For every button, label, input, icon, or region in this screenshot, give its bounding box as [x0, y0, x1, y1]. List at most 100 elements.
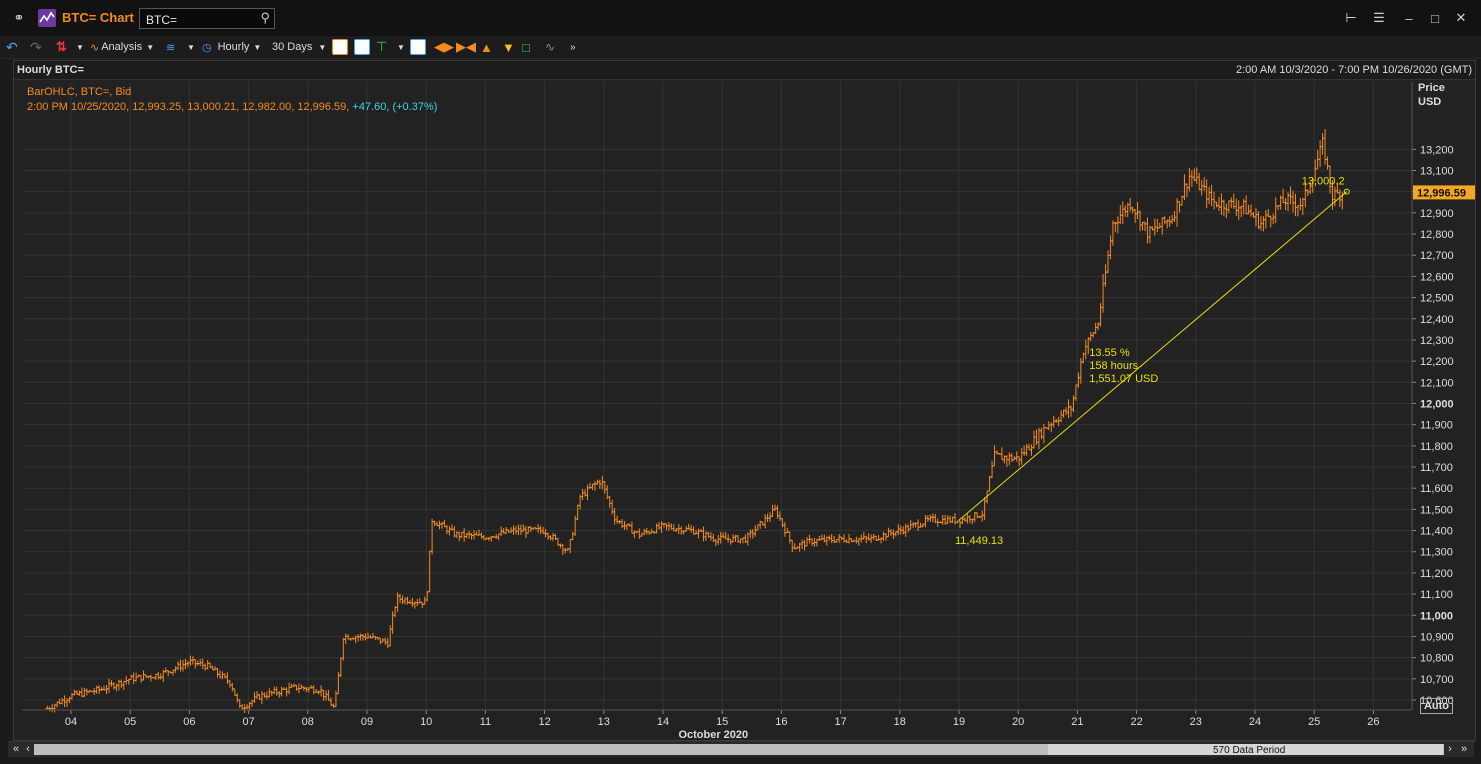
y-tick-label: 12,900	[1420, 208, 1454, 220]
trend-start-label: 11,449.13	[955, 535, 1003, 547]
draw-icon[interactable]: ∿	[545, 39, 555, 55]
plot-background	[22, 82, 1412, 710]
auto-scale-button[interactable]: Auto	[1420, 698, 1453, 714]
hierarchy-icon[interactable]: ⊢	[1340, 8, 1362, 28]
more-icon[interactable]: »	[570, 39, 576, 55]
clock-icon: ◷	[202, 41, 212, 54]
chart-grid	[22, 82, 1412, 710]
currency-label: USD	[1418, 96, 1442, 108]
interval-dropdown[interactable]: ◷ Hourly ▼	[202, 39, 261, 55]
analysis-icon: ∿	[90, 41, 100, 54]
chevron-down-icon: ▼	[318, 42, 327, 52]
time-scrollbar[interactable]: « ‹ 570 Data Period › »	[8, 741, 1474, 757]
expand-vertical-icon[interactable]: ▲	[480, 39, 493, 55]
scroll-end-icon[interactable]: »	[1458, 742, 1470, 757]
y-tick-label: 12,000	[1420, 398, 1454, 410]
y-tick-label: 12,100	[1420, 377, 1454, 389]
x-tick-label: 22	[1130, 716, 1142, 728]
x-tick-label: 15	[716, 716, 728, 728]
y-tick-label: 12,600	[1420, 271, 1454, 283]
scroll-start-icon[interactable]: «	[10, 742, 22, 757]
y-tick-label: 11,600	[1420, 483, 1453, 495]
data-period-label: 570 Data Period	[1213, 745, 1286, 756]
select-icon[interactable]: □	[522, 39, 530, 55]
x-axis-title: October 2020	[678, 729, 748, 740]
symbol-search[interactable]: ⚲	[139, 8, 275, 29]
compare-icon[interactable]	[354, 39, 370, 55]
trend-percent-label: 13.55 %	[1089, 347, 1130, 359]
scroll-left-icon[interactable]: ◀▶	[434, 39, 454, 55]
window-title: BTC= Chart	[62, 10, 134, 25]
chart-type-icon[interactable]: ⇅	[56, 39, 67, 55]
link-icon[interactable]: ⚭	[8, 8, 30, 28]
y-tick-label: 13,200	[1420, 144, 1454, 156]
x-tick-label: 20	[1012, 716, 1024, 728]
chart-line-icon	[39, 11, 55, 23]
x-tick-label: 18	[894, 716, 906, 728]
x-tick-label: 17	[834, 716, 846, 728]
y-tick-label: 10,800	[1420, 653, 1454, 665]
chart-toolbar: ↶ ↷ ⇅ ▼ ∿ Analysis ▼ ≋ ▼ ◷ Hourly ▼ 30 D…	[0, 36, 1481, 59]
range-dropdown[interactable]: 30 Days ▼	[272, 39, 326, 55]
title-bar: ⚭ BTC= Chart ⚲ ⊢ ☰ – □ ✕	[0, 0, 1481, 37]
y-tick-label: 12,700	[1420, 250, 1454, 262]
analysis-button[interactable]: ∿ Analysis ▼	[90, 39, 154, 55]
x-tick-label: 04	[65, 716, 77, 728]
compress-vertical-icon[interactable]: ▼	[502, 39, 515, 55]
x-tick-label: 09	[361, 716, 373, 728]
price-chart[interactable]: 11,449.13 13,000.2 13.55 %158 hours1,551.0…	[14, 80, 1475, 740]
zoom-box-icon[interactable]	[410, 39, 426, 55]
line-style-icon[interactable]	[332, 39, 348, 55]
y-tick-label: 11,500	[1420, 504, 1453, 516]
chart-header: Hourly BTC= 2:00 AM 10/3/2020 - 7:00 PM …	[14, 61, 1475, 80]
legend-values: 2:00 PM 10/25/2020, 12,993.25, 13,000.21…	[27, 101, 437, 113]
y-tick-label: 11,300	[1420, 547, 1453, 559]
y-tick-label: 12,200	[1420, 356, 1454, 368]
range-label: 30 Days	[272, 41, 313, 53]
y-tick-label: 10,700	[1420, 674, 1454, 686]
menu-icon[interactable]: ☰	[1368, 8, 1390, 28]
search-icon[interactable]: ⚲	[260, 10, 270, 26]
y-tick-label: 11,000	[1420, 610, 1453, 622]
y-tick-label: 12,500	[1420, 293, 1454, 305]
x-tick-label: 26	[1367, 716, 1379, 728]
indicator-dropdown-icon[interactable]: ▼	[187, 39, 195, 55]
last-price-label: 12,996.59	[1417, 187, 1466, 199]
crosshair-dropdown-icon[interactable]: ▼	[397, 39, 405, 55]
x-tick-label: 11	[480, 716, 491, 728]
x-tick-label: 12	[538, 716, 550, 728]
x-tick-label: 24	[1249, 716, 1261, 728]
x-tick-label: 14	[657, 716, 669, 728]
maximize-icon[interactable]: □	[1424, 8, 1446, 28]
indicator-icon[interactable]: ≋	[166, 39, 175, 55]
x-tick-label: 25	[1308, 716, 1320, 728]
x-tick-label: 23	[1190, 716, 1202, 728]
y-tick-label: 11,700	[1420, 462, 1453, 474]
x-tick-label: 16	[775, 716, 787, 728]
crosshair-icon[interactable]: ⊤	[376, 39, 387, 55]
y-tick-label: 11,200	[1420, 568, 1453, 580]
scroll-right-icon[interactable]: ▶◀	[456, 39, 476, 55]
scroll-left-icon[interactable]: ‹	[22, 742, 34, 757]
interval-label: Hourly	[217, 41, 250, 53]
y-tick-label: 11,400	[1420, 526, 1453, 538]
close-icon[interactable]: ✕	[1450, 8, 1472, 28]
legend-ohlc-values: 2:00 PM 10/25/2020, 12,993.25, 13,000.21…	[27, 101, 350, 113]
chart-panel: Hourly BTC= 2:00 AM 10/3/2020 - 7:00 PM …	[13, 60, 1476, 741]
scroll-right-icon[interactable]: ›	[1444, 742, 1456, 757]
minimize-icon[interactable]: –	[1398, 8, 1420, 28]
x-tick-label: 06	[183, 716, 195, 728]
price-axis-title: Price USD	[1418, 81, 1445, 109]
redo-icon[interactable]: ↷	[30, 39, 42, 55]
scrollbar-thumb[interactable]: 570 Data Period	[1048, 744, 1443, 756]
chevron-down-icon: ▼	[253, 42, 262, 52]
undo-icon[interactable]: ↶	[6, 39, 18, 55]
chart-type-dropdown-icon[interactable]: ▼	[76, 39, 84, 55]
x-tick-label: 13	[598, 716, 610, 728]
y-tick-label: 12,800	[1420, 229, 1454, 241]
price-label: Price	[1418, 82, 1445, 94]
y-tick-label: 10,900	[1420, 631, 1454, 643]
chart-date-range: 2:00 AM 10/3/2020 - 7:00 PM 10/26/2020 (…	[1235, 64, 1472, 76]
y-axis: 10,60010,70010,80010,90011,00011,10011,2…	[1411, 82, 1475, 710]
symbol-search-input[interactable]	[144, 10, 258, 29]
